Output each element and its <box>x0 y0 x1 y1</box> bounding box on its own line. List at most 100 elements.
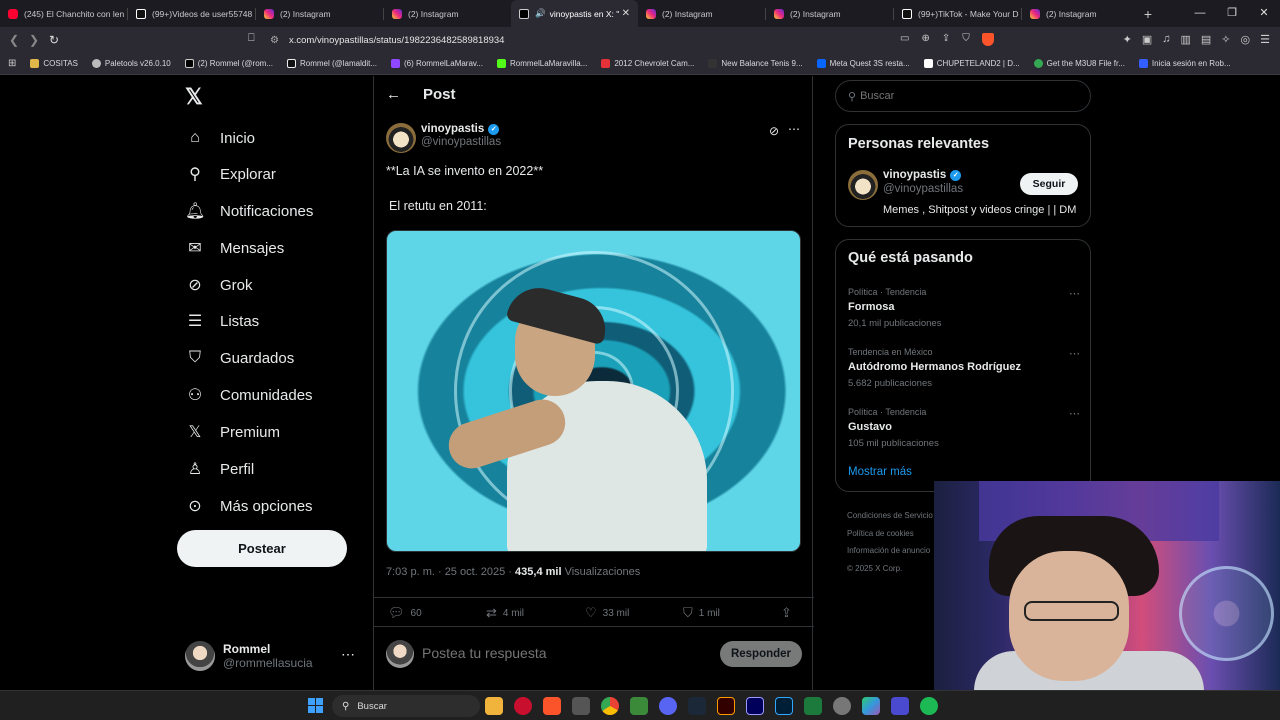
nav-item-premium[interactable]: 𝕏 Premium <box>185 418 280 446</box>
more-icon[interactable]: ⋯ <box>788 122 800 136</box>
music-icon[interactable]: ♫ <box>1162 33 1170 46</box>
premiere-icon[interactable] <box>746 697 764 715</box>
browser-tab[interactable]: (2) Instagram <box>1022 0 1132 27</box>
app-icon[interactable] <box>862 697 880 715</box>
app-icon[interactable] <box>891 697 909 715</box>
nav-item-explorar[interactable]: ⚲ Explorar <box>185 160 276 188</box>
nav-item-listas[interactable]: ☰ Listas <box>185 307 259 335</box>
sidebar-icon[interactable]: ▥ <box>1180 33 1190 46</box>
reload-icon[interactable]: ↻ <box>44 33 64 47</box>
app-icon[interactable] <box>804 697 822 715</box>
tweet-author[interactable]: vinoypastis ✓ @vinoypastillas <box>386 123 501 153</box>
tweet-video[interactable] <box>386 230 801 552</box>
bookmark-item[interactable]: 2012 Chevrolet Cam... <box>601 59 694 68</box>
bookmark-page-icon[interactable]: ⎕ <box>248 32 255 45</box>
extensions-icon[interactable]: ✦ <box>1123 33 1132 46</box>
restore-icon[interactable]: ❐ <box>1216 0 1248 27</box>
nav-item-mas-opciones[interactable]: ⊙ Más opciones <box>185 492 312 520</box>
cast-icon[interactable]: ▭ <box>900 33 909 46</box>
nav-item-notificaciones[interactable]: 🔔︎ Notificaciones <box>185 197 313 225</box>
post-button[interactable]: Postear <box>177 530 347 567</box>
apps-grid-icon[interactable]: ⊞ <box>8 58 16 69</box>
bookmark-item[interactable]: (2) Rommel (@rom... <box>184 59 273 68</box>
leo-icon[interactable]: ✧ <box>1221 33 1230 46</box>
bookmark-item[interactable]: (6) RommelLaMarav... <box>391 59 483 68</box>
spotify-icon[interactable] <box>920 697 938 715</box>
vpn-icon[interactable]: ◎ <box>1241 33 1251 46</box>
like-button[interactable]: ♡ 33 mil <box>585 605 629 621</box>
footer-link[interactable]: Política de cookies <box>847 525 933 543</box>
footer-link[interactable]: Condiciones de Servicio <box>847 507 933 525</box>
share-button[interactable]: ⇪ <box>781 605 798 621</box>
illustrator-icon[interactable] <box>717 697 735 715</box>
browser-tab[interactable]: (245) El Chanchito con len <box>0 0 127 27</box>
nav-item-guardados[interactable]: ⛉ Guardados <box>185 344 294 372</box>
nav-item-grok[interactable]: ⊘ Grok <box>185 271 252 299</box>
close-tab-icon[interactable]: ✕ <box>622 8 630 19</box>
trend-item[interactable]: Política · Tendencia Gustavo 105 mil pub… <box>848 407 1080 449</box>
bookmark-item[interactable]: New Balance Tenis 9... <box>708 59 803 68</box>
browser-tab-active[interactable]: 🔊 vinoypastis en X: " ✕ <box>511 0 638 27</box>
nav-item-comunidades[interactable]: ⚇ Comunidades <box>185 381 313 409</box>
avatar[interactable] <box>386 123 416 153</box>
brave-icon[interactable] <box>543 697 561 715</box>
reply-input[interactable] <box>422 645 702 661</box>
bookmark-button[interactable]: ⛉ 1 mil <box>683 605 720 621</box>
browser-tab[interactable]: (99+)Videos de user55748 <box>128 0 255 27</box>
app-icon[interactable] <box>833 697 851 715</box>
steam-icon[interactable] <box>688 697 706 715</box>
taskbar-search[interactable]: ⚲ Buscar <box>332 695 480 717</box>
nav-item-inicio[interactable]: ⌂ Inicio <box>185 124 255 152</box>
bookmark-item[interactable]: Inicia sesión en Rob... <box>1138 59 1231 68</box>
new-tab-button[interactable]: + <box>1136 6 1160 22</box>
back-arrow-icon[interactable]: ← <box>386 86 401 103</box>
forward-icon[interactable]: ❯ <box>24 33 44 47</box>
url-field[interactable]: ⚙ x.com/vinoypastillas/status/1982236482… <box>270 30 990 50</box>
bookmark-item[interactable]: CHUPETELAND2 | D... <box>923 59 1020 68</box>
menu-icon[interactable]: ☰ <box>1260 33 1270 46</box>
repost-button[interactable]: ⇄ 4 mil <box>486 605 524 621</box>
browser-tab[interactable]: (99+)TikTok - Make Your D <box>894 0 1021 27</box>
opera-icon[interactable] <box>514 697 532 715</box>
app-icon[interactable] <box>572 697 590 715</box>
avatar[interactable] <box>848 170 878 200</box>
brave-shields-icon[interactable] <box>981 33 994 46</box>
file-explorer-icon[interactable] <box>485 697 503 715</box>
account-switcher[interactable]: Rommel @rommellasucia ⋯ <box>185 638 365 674</box>
minimize-icon[interactable]: — <box>1184 0 1216 27</box>
x-logo-icon[interactable]: 𝕏 <box>185 84 203 110</box>
grok-icon[interactable]: ⊘ <box>769 124 779 138</box>
browser-tab[interactable]: (2) Instagram <box>766 0 893 27</box>
site-settings-icon[interactable]: ⚙ <box>270 35 279 46</box>
chrome-icon[interactable] <box>601 697 619 715</box>
trend-item[interactable]: Tendencia en México Autódromo Hermanos R… <box>848 347 1080 389</box>
close-window-icon[interactable]: ✕ <box>1248 0 1280 27</box>
browser-tab[interactable]: (2) Instagram <box>256 0 383 27</box>
nav-item-perfil[interactable]: ♙ Perfil <box>185 455 254 483</box>
more-icon[interactable]: ⋯ <box>1069 347 1080 360</box>
search-box[interactable]: ⚲ <box>835 80 1091 112</box>
nav-item-mensajes[interactable]: ✉ Mensajes <box>185 234 284 262</box>
bookmark-item[interactable]: Meta Quest 3S resta... <box>816 59 910 68</box>
windows-start-icon[interactable] <box>308 698 323 713</box>
bookmark-item[interactable]: Paletools v26.0.10 <box>91 59 171 68</box>
bookmark-item[interactable]: COSITAS <box>30 59 78 68</box>
reply-button[interactable]: 💬︎ 60 <box>388 605 422 621</box>
relevant-handle[interactable]: @vinoypastillas <box>883 183 963 195</box>
discord-icon[interactable] <box>659 697 677 715</box>
photoshop-icon[interactable] <box>775 697 793 715</box>
bookmark-item[interactable]: RommelLaMaravilla... <box>497 59 587 68</box>
back-icon[interactable]: ❮ <box>4 33 24 47</box>
more-icon[interactable]: ⋯ <box>1069 407 1080 420</box>
search-input[interactable] <box>860 90 1061 102</box>
share-icon[interactable]: ⇪ <box>942 33 950 46</box>
footer-link[interactable]: Información de anuncio <box>847 542 933 560</box>
speaker-icon[interactable]: 🔊 <box>535 8 546 19</box>
author-handle[interactable]: @vinoypastillas <box>421 136 501 148</box>
relevant-name[interactable]: vinoypastis ✓ <box>883 169 963 181</box>
bookmark-item[interactable]: Get the M3U8 File fr... <box>1033 59 1125 68</box>
zoom-icon[interactable]: ⊕ <box>921 33 929 46</box>
browser-tab[interactable]: (2) Instagram <box>638 0 765 27</box>
trend-item[interactable]: Política · Tendencia Formosa 20,1 mil pu… <box>848 287 1080 329</box>
author-name[interactable]: vinoypastis ✓ <box>421 123 501 135</box>
